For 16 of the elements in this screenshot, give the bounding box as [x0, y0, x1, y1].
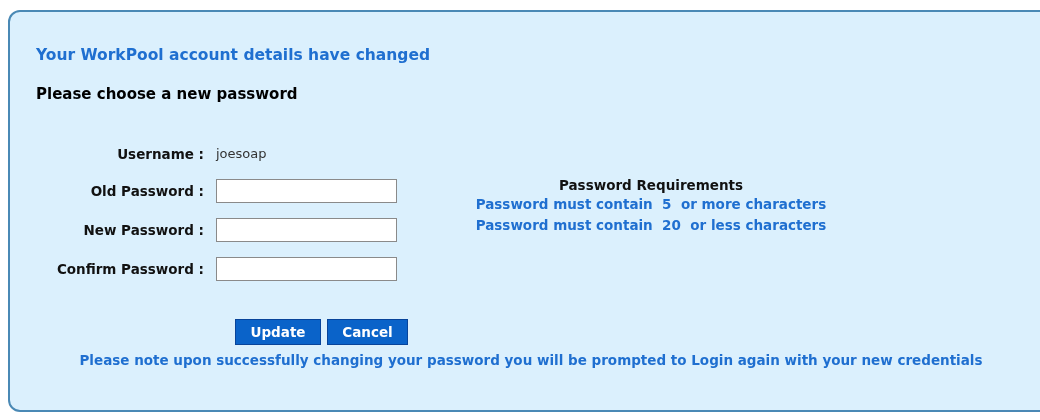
requirement-text: Password must contain 20 or less characters: [475, 216, 827, 235]
requirements-title: Password Requirements: [558, 177, 744, 194]
field-label: Confirm Password :: [55, 259, 205, 279]
username-value: joesoap: [216, 145, 267, 164]
field-label: Username :: [116, 144, 205, 164]
requirement-text: Password must contain 5 or more characters: [475, 195, 827, 214]
field-label: Old Password :: [89, 181, 205, 201]
dialog-subheading: Please choose a new password: [36, 84, 299, 104]
dialog-heading: Your WorkPool account details have changed: [36, 45, 432, 65]
password-field[interactable]: [216, 179, 397, 203]
cancel-button[interactable]: Cancel: [327, 319, 408, 345]
password-field[interactable]: [216, 218, 397, 242]
note-text: Please note upon successfully changing your password you will be prompted to Login again with your new credentials: [78, 351, 984, 370]
field-label: New Password :: [82, 220, 205, 240]
password-field[interactable]: [216, 257, 397, 281]
update-button[interactable]: Update: [235, 319, 321, 345]
